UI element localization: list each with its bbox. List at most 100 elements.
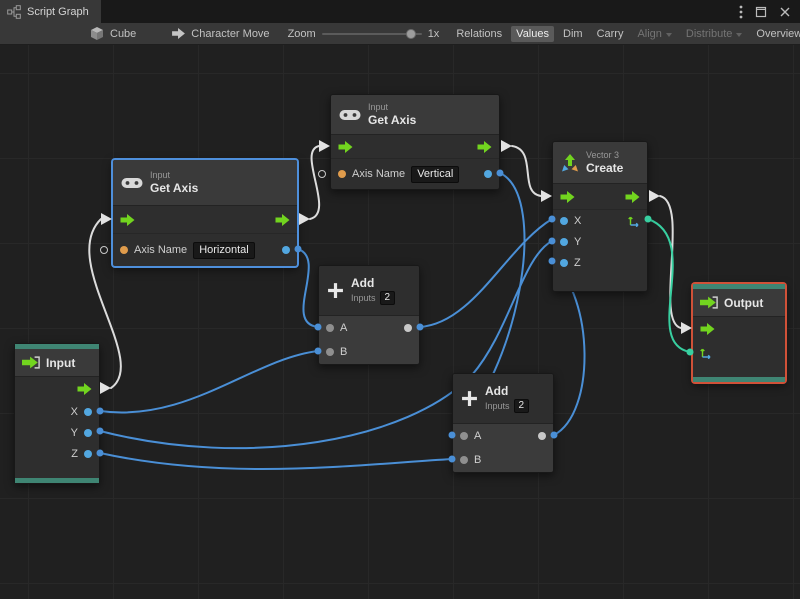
output-port-z[interactable] xyxy=(84,449,92,458)
flow-in-arrow[interactable] xyxy=(560,191,575,203)
output-icon xyxy=(700,296,718,309)
output-port-y[interactable] xyxy=(84,428,92,437)
flow-in-arrow[interactable] xyxy=(338,141,353,153)
unconnected-port[interactable] xyxy=(100,246,108,254)
input-port-y[interactable] xyxy=(560,237,568,246)
flow-out-arrow[interactable] xyxy=(625,191,640,203)
wire-horizontal-to-add1-a[interactable] xyxy=(297,248,319,328)
port-label: Y xyxy=(70,426,78,439)
breadcrumb-graph[interactable]: Character Move xyxy=(172,27,270,40)
io-strip-bottom xyxy=(693,377,785,382)
wire-vector3-to-output-value[interactable] xyxy=(647,218,691,353)
inputs-label: Inputs xyxy=(485,400,510,411)
node-header: Input Get Axis xyxy=(331,95,499,135)
node-input[interactable]: Input X Y Z xyxy=(14,343,100,484)
flow-out-arrow[interactable] xyxy=(477,141,492,153)
input-port-b[interactable] xyxy=(460,456,468,464)
node-title: Add xyxy=(351,276,375,290)
vector-input-port axis-gizmo-icon[interactable] xyxy=(700,347,712,359)
values-button[interactable]: Values xyxy=(511,25,554,42)
carry-button[interactable]: Carry xyxy=(592,26,629,42)
node-header: Add Inputs 2 xyxy=(453,374,553,424)
port-label: X xyxy=(574,214,582,227)
node-add-1[interactable]: Add Inputs 2 A B xyxy=(318,265,420,365)
relations-button[interactable]: Relations xyxy=(451,26,507,42)
flow-row xyxy=(553,184,647,210)
kebab-menu-icon[interactable] xyxy=(739,5,743,19)
wire-flow-getaxis-vertical-to-vector3[interactable] xyxy=(511,145,542,197)
value-in-row xyxy=(693,341,785,365)
axis-name-value[interactable]: Vertical xyxy=(411,165,460,183)
string-port-icon[interactable] xyxy=(120,246,128,254)
overview-button[interactable]: Overview xyxy=(751,26,800,42)
distribute-dropdown[interactable]: Distribute xyxy=(681,26,747,42)
node-title: Output xyxy=(724,295,764,310)
close-icon[interactable] xyxy=(779,6,791,18)
float-output-port[interactable] xyxy=(484,170,492,178)
wire-input-z-to-add2-b[interactable] xyxy=(99,452,453,470)
port-row-b: B xyxy=(453,448,553,472)
port-row-a: A xyxy=(319,316,419,340)
wire-add1-to-vector3-x[interactable] xyxy=(419,218,553,328)
breadcrumb-object[interactable]: Cube xyxy=(90,26,136,41)
dim-button[interactable]: Dim xyxy=(558,26,588,42)
node-header: Input xyxy=(15,349,99,377)
node-category: Input xyxy=(150,170,171,180)
output-port-x[interactable] xyxy=(84,407,92,416)
port-row-y: Y xyxy=(553,231,647,252)
zoom-slider[interactable] xyxy=(321,28,422,40)
input-port-z[interactable] xyxy=(560,258,568,267)
flow-in-arrow[interactable] xyxy=(700,323,715,335)
breadcrumb-graph-label: Character Move xyxy=(191,27,270,40)
inputs-count-field[interactable]: 2 xyxy=(513,399,530,413)
node-get-axis-vertical[interactable]: Input Get Axis Axis Name Vertical xyxy=(318,94,500,190)
string-port-icon[interactable] xyxy=(338,170,346,178)
flow-in-arrow[interactable] xyxy=(120,214,135,226)
tab-bar: Script Graph xyxy=(0,0,800,23)
port-row-z: Z xyxy=(553,252,647,273)
wire-input-x-to-add1-b[interactable] xyxy=(99,350,319,414)
gamepad-icon xyxy=(339,108,361,122)
input-port-b[interactable] xyxy=(326,348,334,356)
axis-name-value[interactable]: Horizontal xyxy=(193,241,255,259)
flow-row xyxy=(15,377,99,401)
vector-output-port axis-gizmo-icon[interactable] xyxy=(628,215,640,227)
axis-name-row: Axis Name Vertical xyxy=(331,159,499,189)
maximize-icon[interactable] xyxy=(755,6,767,18)
port-row-y: Y xyxy=(15,422,99,443)
tab-script-graph[interactable]: Script Graph xyxy=(0,0,101,23)
zoom-slider-knob[interactable] xyxy=(405,28,416,39)
wire-flow-getaxis-horizontal-to-vertical[interactable] xyxy=(309,145,321,220)
port-label: Axis Name xyxy=(134,244,188,256)
flow-row xyxy=(113,206,297,234)
flow-out-arrow[interactable] xyxy=(275,214,290,226)
node-title: Add xyxy=(485,384,509,398)
port-label: X xyxy=(70,405,78,418)
breadcrumb-object-label: Cube xyxy=(110,27,137,40)
unconnected-port[interactable] xyxy=(318,170,326,178)
unity-script-graph-window: Script Graph Cube Character Move Zoom 1x… xyxy=(0,0,800,599)
node-add-2[interactable]: Add Inputs 2 A B xyxy=(452,373,554,473)
input-port-a[interactable] xyxy=(326,324,334,332)
flow-row xyxy=(331,135,499,159)
node-get-axis-horizontal[interactable]: Input Get Axis Axis Name Horizontal xyxy=(100,159,298,267)
graph-canvas[interactable]: Input X Y Z Input Get Axis Axis Name Hor… xyxy=(0,45,800,599)
float-output-port[interactable] xyxy=(282,246,290,254)
port-label: A xyxy=(340,322,348,334)
plus-icon xyxy=(327,282,344,299)
gamepad-icon xyxy=(121,176,143,190)
flow-in-row xyxy=(693,317,785,341)
input-port-x[interactable] xyxy=(560,216,568,225)
sum-output-port[interactable] xyxy=(404,324,412,332)
input-port-a[interactable] xyxy=(460,432,468,440)
node-title: Get Axis xyxy=(368,113,417,127)
node-output[interactable]: Output xyxy=(692,283,786,383)
inputs-count-field[interactable]: 2 xyxy=(379,291,396,305)
node-title: Create xyxy=(586,161,624,175)
node-vector3-create[interactable]: Vector 3 Create X Y Z xyxy=(552,141,648,292)
align-dropdown[interactable]: Align xyxy=(632,26,676,42)
sum-output-port[interactable] xyxy=(538,432,546,440)
port-label: A xyxy=(474,430,482,442)
vector3-icon xyxy=(561,154,579,172)
flow-out-arrow[interactable] xyxy=(77,383,92,395)
